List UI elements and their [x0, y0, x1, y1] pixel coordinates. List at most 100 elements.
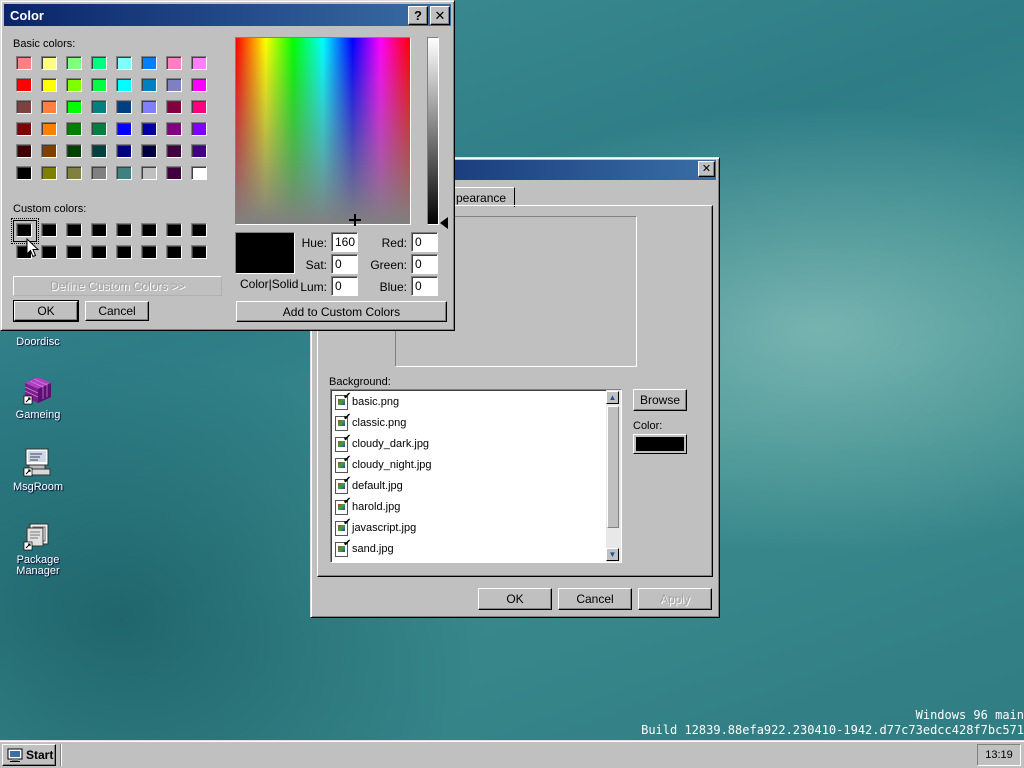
background-file-list[interactable]: basic.png classic.png cloudy_dark.jpg cl… — [330, 389, 622, 563]
basic-color-swatch[interactable] — [41, 56, 57, 70]
basic-color-swatch[interactable] — [16, 56, 32, 70]
desktop-icon-doordisc[interactable]: Doordisc — [0, 336, 76, 348]
desktop-icon-gameing[interactable]: Gameing — [0, 374, 76, 421]
basic-color-swatch[interactable] — [91, 144, 107, 158]
basic-color-swatch[interactable] — [191, 166, 207, 180]
basic-color-swatch[interactable] — [66, 78, 82, 92]
clock[interactable]: 13:19 — [985, 749, 1013, 761]
display-apply-button[interactable]: Apply — [638, 588, 712, 610]
basic-color-swatch[interactable] — [191, 56, 207, 70]
basic-color-swatch[interactable] — [116, 78, 132, 92]
custom-color-swatch[interactable] — [41, 245, 57, 259]
basic-color-swatch[interactable] — [16, 100, 32, 114]
custom-color-swatch[interactable] — [41, 223, 57, 237]
scroll-thumb[interactable] — [607, 406, 619, 528]
basic-color-swatch[interactable] — [91, 78, 107, 92]
color-dialog-titlebar[interactable]: Color — [4, 4, 451, 26]
desktop-icon-package-manager[interactable]: Package Manager — [0, 520, 76, 577]
basic-color-swatch[interactable] — [141, 56, 157, 70]
basic-color-swatch[interactable] — [66, 122, 82, 136]
list-item[interactable]: harold.jpg — [335, 496, 400, 517]
basic-color-swatch[interactable] — [166, 56, 182, 70]
basic-color-swatch[interactable] — [41, 100, 57, 114]
color-cancel-button[interactable]: Cancel — [85, 301, 149, 321]
basic-color-swatch[interactable] — [141, 78, 157, 92]
sat-input[interactable]: 0 — [331, 254, 358, 274]
basic-color-swatch[interactable] — [191, 100, 207, 114]
basic-color-swatch[interactable] — [141, 122, 157, 136]
custom-color-swatch[interactable] — [141, 223, 157, 237]
green-input[interactable]: 0 — [411, 254, 438, 274]
custom-color-swatch[interactable] — [66, 223, 82, 237]
basic-color-swatch[interactable] — [116, 144, 132, 158]
browse-button[interactable]: Browse — [633, 389, 687, 411]
custom-color-swatch[interactable] — [141, 245, 157, 259]
basic-color-swatch[interactable] — [66, 56, 82, 70]
close-button[interactable]: ✕ — [430, 6, 450, 25]
basic-color-swatch[interactable] — [191, 144, 207, 158]
basic-color-swatch[interactable] — [91, 100, 107, 114]
custom-color-swatch[interactable] — [66, 245, 82, 259]
display-close-button[interactable]: ✕ — [698, 161, 715, 177]
basic-color-swatch[interactable] — [166, 144, 182, 158]
desktop-icon-msgroom[interactable]: MsgRoom — [0, 446, 76, 493]
hue-input[interactable]: 160 — [331, 232, 358, 252]
basic-color-swatch[interactable] — [116, 100, 132, 114]
basic-color-swatch[interactable] — [16, 122, 32, 136]
basic-color-swatch[interactable] — [16, 144, 32, 158]
basic-color-swatch[interactable] — [116, 122, 132, 136]
list-item[interactable]: cloudy_dark.jpg — [335, 433, 429, 454]
list-item[interactable]: basic.png — [335, 391, 399, 412]
basic-color-swatch[interactable] — [141, 100, 157, 114]
basic-color-swatch[interactable] — [141, 144, 157, 158]
help-button[interactable]: ? — [408, 6, 428, 25]
list-item[interactable]: classic.png — [335, 412, 406, 433]
basic-color-swatch[interactable] — [191, 78, 207, 92]
list-scrollbar[interactable]: ▲ ▼ — [606, 390, 621, 562]
basic-color-swatch[interactable] — [91, 166, 107, 180]
custom-color-swatch[interactable] — [116, 223, 132, 237]
luminance-slider[interactable] — [427, 37, 439, 225]
red-input[interactable]: 0 — [411, 232, 438, 252]
basic-color-swatch[interactable] — [166, 166, 182, 180]
custom-color-swatch[interactable] — [191, 223, 207, 237]
basic-color-swatch[interactable] — [41, 144, 57, 158]
blue-input[interactable]: 0 — [411, 276, 438, 296]
background-color-button[interactable] — [633, 434, 687, 454]
custom-color-swatch[interactable] — [116, 245, 132, 259]
basic-color-swatch[interactable] — [91, 56, 107, 70]
basic-color-swatch[interactable] — [116, 56, 132, 70]
custom-color-swatch[interactable] — [191, 245, 207, 259]
start-button[interactable]: Start — [2, 744, 56, 766]
basic-color-swatch[interactable] — [66, 100, 82, 114]
custom-color-swatch[interactable] — [16, 223, 32, 237]
basic-color-swatch[interactable] — [41, 78, 57, 92]
basic-color-swatch[interactable] — [191, 122, 207, 136]
basic-color-swatch[interactable] — [166, 100, 182, 114]
basic-color-swatch[interactable] — [166, 78, 182, 92]
basic-color-swatch[interactable] — [141, 166, 157, 180]
color-spectrum[interactable] — [235, 37, 411, 226]
list-item[interactable]: javascript.jpg — [335, 517, 416, 538]
custom-color-swatch[interactable] — [166, 245, 182, 259]
list-item[interactable]: default.jpg — [335, 475, 403, 496]
basic-color-swatch[interactable] — [16, 166, 32, 180]
list-item[interactable]: sand.jpg — [335, 538, 394, 559]
basic-color-swatch[interactable] — [66, 144, 82, 158]
basic-color-swatch[interactable] — [16, 78, 32, 92]
lum-input[interactable]: 0 — [331, 276, 358, 296]
scroll-down-icon[interactable]: ▼ — [606, 548, 619, 561]
tab-appearance[interactable]: pearance — [451, 187, 515, 207]
basic-color-swatch[interactable] — [166, 122, 182, 136]
custom-color-swatch[interactable] — [91, 245, 107, 259]
add-to-custom-colors-button[interactable]: Add to Custom Colors — [236, 301, 447, 322]
custom-color-swatch[interactable] — [166, 223, 182, 237]
color-ok-button[interactable]: OK — [13, 300, 79, 322]
scroll-up-icon[interactable]: ▲ — [606, 391, 619, 404]
luminance-arrow-icon[interactable] — [440, 217, 448, 229]
basic-color-swatch[interactable] — [116, 166, 132, 180]
basic-color-swatch[interactable] — [91, 122, 107, 136]
basic-color-swatch[interactable] — [41, 122, 57, 136]
basic-color-swatch[interactable] — [41, 166, 57, 180]
basic-color-swatch[interactable] — [66, 166, 82, 180]
